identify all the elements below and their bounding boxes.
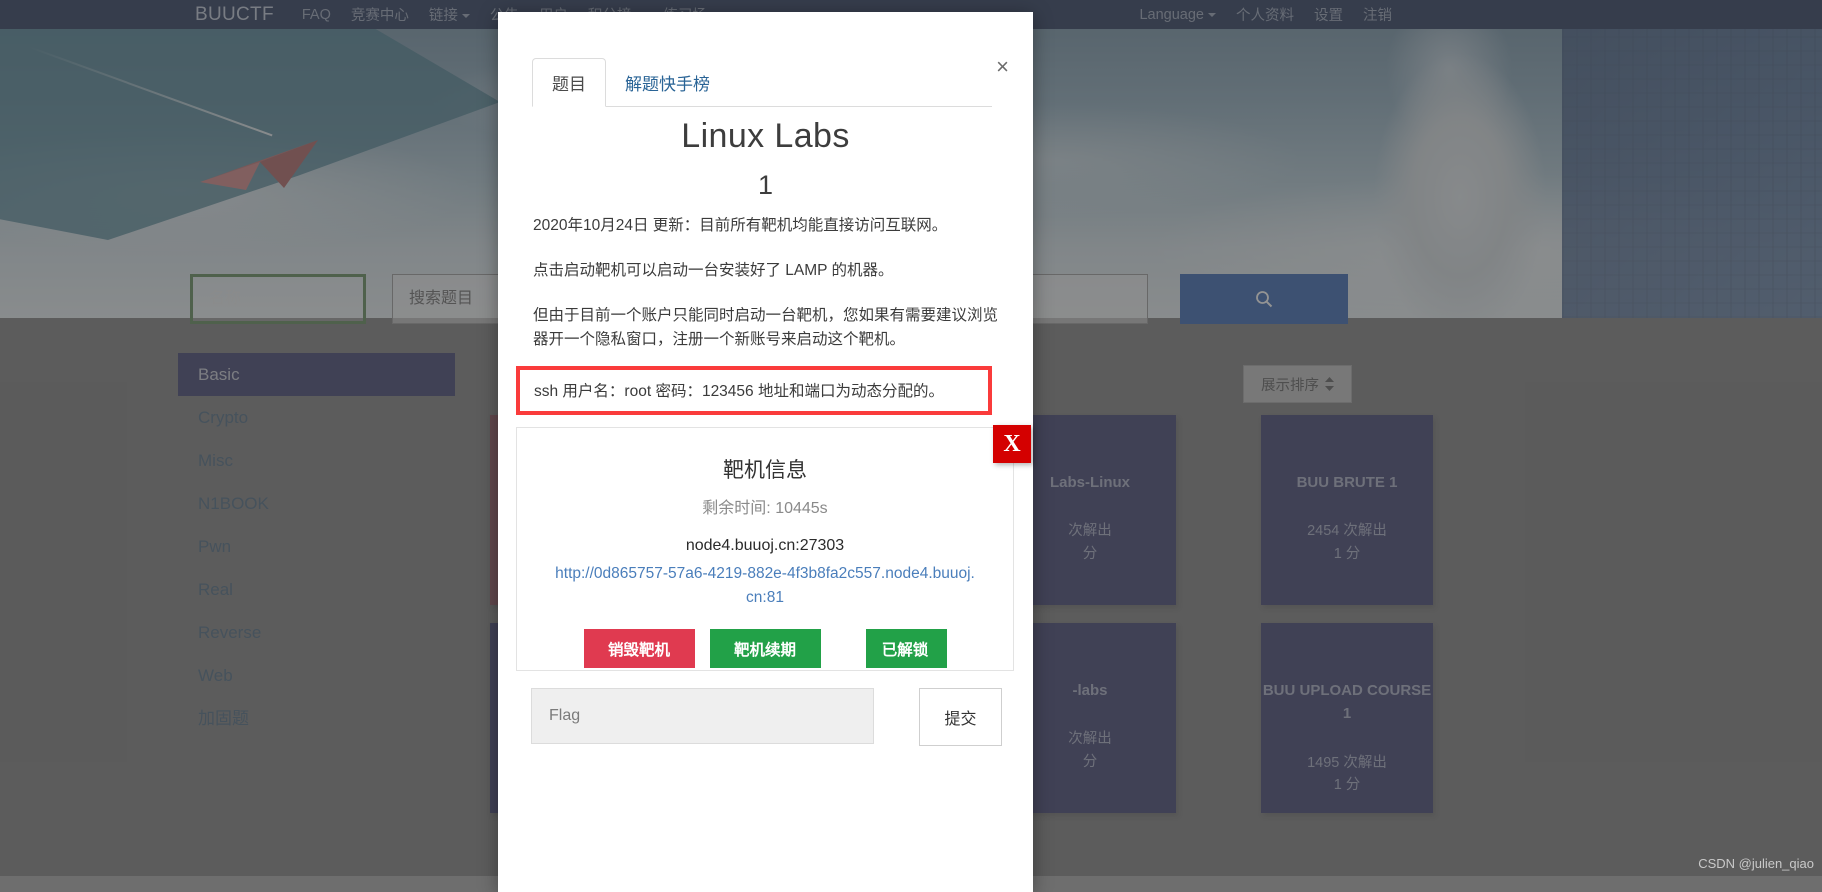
description-paragraph: 2020年10月24日 更新：目前所有靶机均能直接访问互联网。 [533, 217, 948, 234]
ssh-credentials-note: ssh 用户名：root 密码：123456 地址和端口为动态分配的。 [516, 366, 992, 415]
destroy-target-button[interactable]: 销毁靶机 [583, 629, 695, 669]
modal-tabs: 题目 解题快手榜 [532, 58, 992, 107]
unlock-swatch-icon [835, 629, 866, 669]
close-icon[interactable]: × [996, 56, 1009, 78]
flag-submission-row: Flag 提交 [531, 688, 1002, 746]
challenge-description: 2020年10月24日 更新：目前所有靶机均能直接访问互联网。 点击启动靶机可以… [533, 214, 999, 373]
unlocked-status-label: 已解锁 [881, 641, 929, 659]
flag-input[interactable]: Flag [531, 688, 874, 744]
watermark-text: CSDN @julien_qiao [1698, 856, 1814, 871]
target-machine-title: 靶机信息 [723, 459, 807, 482]
target-machine-card: 靶机信息 剩余时间: 10445s node4.buuoj.cn:27303 h… [516, 427, 1014, 671]
submit-flag-button[interactable]: 提交 [919, 688, 1002, 746]
tab-challenge[interactable]: 题目 [532, 58, 606, 107]
renew-target-button[interactable]: 靶机续期 [709, 629, 821, 669]
description-paragraph: 点击启动靶机可以启动一台安装好了 LAMP 的机器。 [533, 262, 894, 280]
close-x-badge-icon[interactable]: X [993, 425, 1031, 463]
challenge-title: Linux Labs [681, 117, 850, 155]
description-paragraph: 但由于目前一个账户只能同时启动一台靶机，您如果有需要建议浏览器开一个隐私窗口，注… [533, 307, 999, 349]
unlocked-status-button[interactable]: 已解锁 [835, 629, 947, 669]
tab-fastest-solvers[interactable]: 解题快手榜 [606, 59, 729, 106]
challenge-modal: × 题目 解题快手榜 Linux Labs 1 2020年10月24日 更新：目… [498, 12, 1033, 892]
target-remaining-time: 剩余时间: 10445s [702, 500, 828, 517]
target-url-link[interactable]: http://0d865757-57a6-4219-882e-4f3b8fa2c… [517, 562, 1013, 610]
target-host-address: node4.buuoj.cn:27303 [685, 537, 845, 554]
challenge-points: 1 [757, 170, 774, 200]
target-action-buttons: 销毁靶机 靶机续期 已解锁 [517, 629, 1013, 669]
